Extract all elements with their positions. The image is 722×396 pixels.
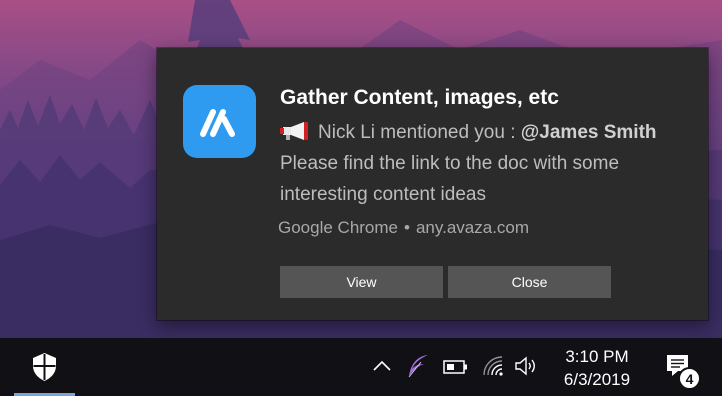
- message-text: Please find the link to the doc with som…: [280, 153, 620, 205]
- notification-count-badge: 4: [678, 367, 701, 390]
- taskbar: 3:10 PM 6/3/2019: [0, 338, 722, 396]
- source-app: Google Chrome: [278, 218, 399, 237]
- clock-time: 3:10 PM: [565, 347, 629, 366]
- mention-text[interactable]: @James Smith: [521, 122, 657, 143]
- source-url: any.avaza.com: [415, 218, 530, 237]
- notification-attribution: Google Chrome • any.avaza.com: [278, 218, 529, 238]
- notification-title: Gather Content, images, etc: [280, 86, 559, 109]
- notification-body: Nick Li mentioned you : @James Smith Ple…: [280, 117, 690, 210]
- sender-text: Nick Li mentioned you :: [318, 122, 521, 143]
- megaphone-icon: [280, 120, 312, 140]
- toast-notification[interactable]: Gather Content, images, etc Nick Li ment…: [157, 48, 708, 320]
- wifi-icon[interactable]: [481, 355, 505, 377]
- avaza-logo-icon: [183, 85, 256, 158]
- security-taskbar-button[interactable]: [14, 338, 75, 396]
- battery-icon[interactable]: [443, 359, 469, 375]
- shield-icon: [33, 353, 56, 381]
- clock-date: 6/3/2019: [563, 370, 631, 389]
- feather-icon[interactable]: [404, 352, 432, 380]
- volume-icon[interactable]: [514, 355, 540, 377]
- view-button[interactable]: View: [280, 266, 443, 298]
- close-button[interactable]: Close: [448, 266, 611, 298]
- taskbar-clock[interactable]: 3:10 PM 6/3/2019: [548, 345, 646, 391]
- chevron-up-icon[interactable]: [371, 358, 393, 374]
- separator-dot: •: [404, 218, 410, 237]
